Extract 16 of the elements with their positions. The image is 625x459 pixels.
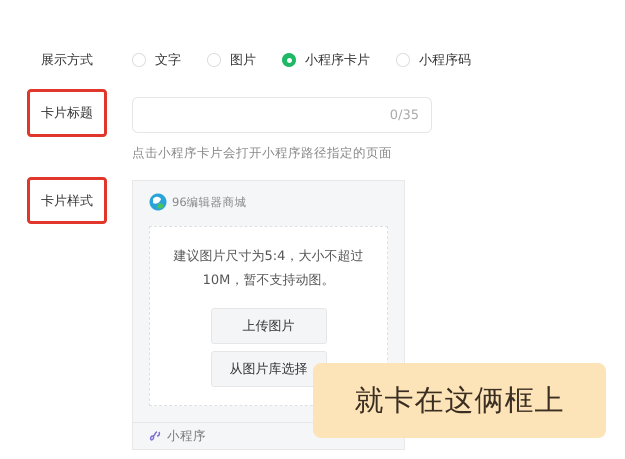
link-icon — [149, 430, 161, 442]
upload-button[interactable]: 上传图片 — [210, 308, 326, 344]
annotation-note: 就卡在这俩框上 — [313, 363, 606, 438]
app-name: 96编辑器商城 — [172, 194, 247, 210]
field-label: 卡片样式 — [27, 177, 107, 224]
field-label: 展示方式 — [40, 52, 94, 70]
radio-option[interactable]: 小程序码 — [396, 51, 471, 69]
upload-button[interactable]: 从图片库选择 — [210, 351, 326, 387]
hint-text: 点击小程序卡片会打开小程序路径指定的页面 — [132, 145, 393, 162]
footer-label: 小程序 — [167, 428, 206, 444]
radio-option[interactable]: 图片 — [207, 51, 256, 69]
logo-icon — [149, 193, 167, 211]
radio-option[interactable]: 小程序卡片 — [282, 51, 370, 69]
upload-hint: 建议图片尺寸为5:4，大小不超过10M，暂不支持动图。 — [172, 248, 364, 290]
field-label: 卡片标题 — [27, 89, 107, 137]
radio-option[interactable]: 文字 — [132, 51, 181, 69]
